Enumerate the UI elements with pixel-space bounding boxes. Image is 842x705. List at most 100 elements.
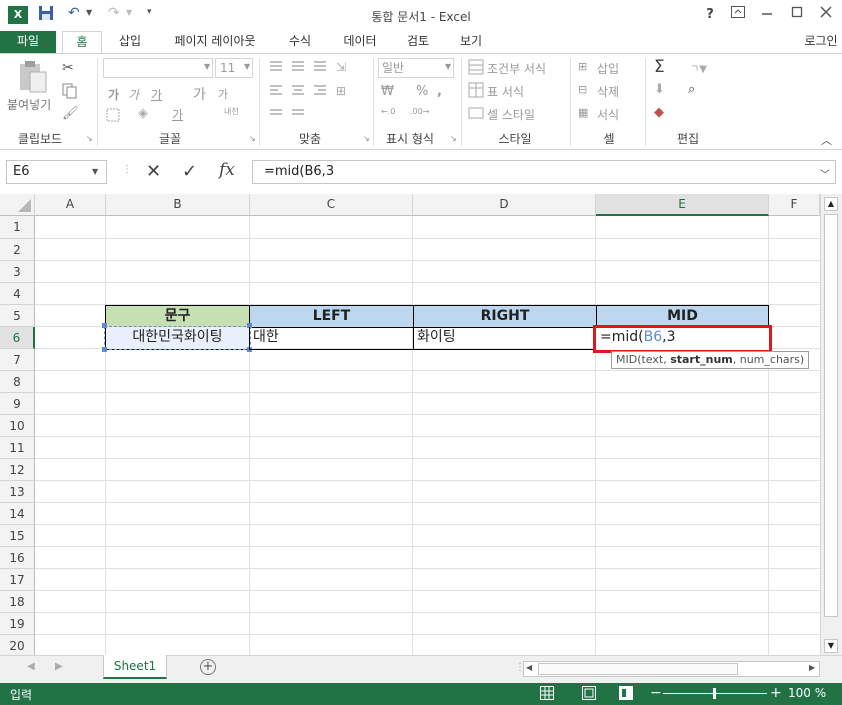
tab-data[interactable]: 데이터 — [333, 31, 387, 54]
add-sheet-button[interactable]: + — [200, 659, 216, 675]
format-as-table-button[interactable]: 표 서식 — [487, 83, 524, 100]
format-painter-icon[interactable]: 🖌 — [62, 106, 79, 121]
row-header[interactable]: 16 — [0, 547, 35, 569]
clipboard-launcher-icon[interactable]: ↘ — [86, 134, 93, 143]
zoom-in-button[interactable]: + — [770, 685, 782, 701]
row-header[interactable]: 19 — [0, 613, 35, 635]
row-header[interactable]: 3 — [0, 261, 35, 283]
scroll-right-icon[interactable]: ▶ — [809, 663, 815, 672]
sort-filter-icon[interactable]: ㄱ▼ — [690, 60, 707, 75]
row-header[interactable]: 18 — [0, 591, 35, 613]
vertical-scroll-thumb[interactable] — [824, 214, 838, 617]
tab-view[interactable]: 보기 — [451, 31, 491, 54]
tab-insert[interactable]: 삽입 — [108, 31, 152, 54]
sheet-tab-sheet1[interactable]: Sheet1 — [103, 655, 167, 679]
borders-icon[interactable] — [106, 108, 120, 125]
fill-icon[interactable]: ⬇ — [654, 82, 665, 97]
paste-icon[interactable] — [16, 60, 48, 97]
zoom-slider-thumb[interactable] — [713, 688, 716, 699]
collapse-ribbon-icon[interactable]: ︿ — [821, 132, 832, 148]
format-cells-button[interactable]: 서식 — [597, 106, 619, 123]
italic-button[interactable]: 가 — [128, 86, 139, 103]
conditional-format-button[interactable]: 조건부 서식 — [487, 60, 546, 77]
column-header-d[interactable]: D — [413, 194, 596, 216]
minimize-icon[interactable] — [754, 4, 780, 26]
row-header[interactable]: 15 — [0, 525, 35, 547]
decrease-decimal-icon[interactable]: .00→ — [410, 107, 429, 116]
shrink-font-button[interactable]: 가 — [218, 86, 228, 102]
percent-button[interactable]: % — [416, 84, 428, 99]
tab-home[interactable]: 홈 — [62, 31, 102, 54]
normal-view-icon[interactable] — [540, 686, 554, 703]
cut-icon[interactable]: ✂ — [62, 60, 74, 76]
row-header[interactable]: 6 — [0, 327, 35, 349]
cell-b5[interactable]: 문구 — [105, 305, 250, 328]
phonetic-guide-button[interactable]: 내천 — [224, 106, 239, 117]
enter-formula-button[interactable]: ✓ — [182, 161, 197, 182]
sign-in-link[interactable]: 로그인 — [800, 31, 842, 54]
insert-cells-button[interactable]: 삽입 — [597, 60, 619, 77]
scroll-left-icon[interactable]: ◀ — [526, 663, 532, 672]
autosum-icon[interactable]: Σ — [654, 57, 665, 77]
row-header[interactable]: 2 — [0, 239, 35, 261]
scroll-next-sheet-icon[interactable]: ▶ — [55, 661, 63, 672]
row-header[interactable]: 4 — [0, 283, 35, 305]
close-icon[interactable] — [813, 4, 839, 26]
column-header-a[interactable]: A — [35, 194, 106, 216]
cell-c5[interactable]: LEFT — [249, 305, 414, 328]
comma-icon[interactable]: , — [437, 84, 442, 99]
help-button[interactable]: ? — [697, 4, 723, 26]
tab-formulas[interactable]: 수식 — [279, 31, 321, 54]
range-handle[interactable] — [102, 323, 107, 328]
row-header[interactable]: 5 — [0, 305, 35, 327]
font-color-icon[interactable]: 가 — [172, 106, 183, 123]
row-header[interactable]: 13 — [0, 481, 35, 503]
row-header[interactable]: 7 — [0, 349, 35, 371]
zoom-level[interactable]: 100 % — [788, 686, 826, 700]
row-header[interactable]: 10 — [0, 415, 35, 437]
insert-function-button[interactable]: fx — [219, 160, 235, 180]
expand-formula-bar-icon[interactable]: ﹀ — [820, 166, 830, 181]
select-all-corner[interactable] — [0, 194, 35, 216]
horizontal-scroll-thumb[interactable] — [538, 663, 738, 675]
increase-decimal-icon[interactable]: ←.0 — [381, 107, 395, 116]
chevron-down-icon[interactable]: ▼ — [92, 167, 98, 176]
paste-label[interactable]: 붙여넣기 — [7, 96, 51, 113]
scroll-up-icon[interactable]: ▲ — [824, 197, 838, 211]
row-header[interactable]: 1 — [0, 216, 35, 239]
wrap-text-icon[interactable]: ⇲ — [336, 60, 346, 74]
merge-center-icon[interactable]: ⊞ — [336, 84, 346, 98]
alignment-launcher-icon[interactable]: ↘ — [363, 134, 370, 143]
copy-icon[interactable] — [62, 83, 78, 102]
column-header-b[interactable]: B — [106, 194, 250, 216]
tab-file[interactable]: 파일 — [0, 31, 56, 54]
page-break-view-icon[interactable] — [619, 686, 633, 703]
ribbon-display-options-icon[interactable] — [725, 4, 751, 26]
page-layout-view-icon[interactable] — [582, 686, 596, 703]
scroll-down-icon[interactable]: ▼ — [824, 639, 838, 653]
row-header[interactable]: 11 — [0, 437, 35, 459]
font-name-dropdown[interactable] — [103, 58, 213, 78]
delete-cells-button[interactable]: 삭제 — [597, 83, 619, 100]
number-launcher-icon[interactable]: ↘ — [450, 134, 457, 143]
scroll-prev-sheet-icon[interactable]: ◀ — [27, 661, 35, 672]
fill-color-icon[interactable]: ◈ — [138, 106, 148, 121]
row-header[interactable]: 12 — [0, 459, 35, 481]
top-align-icon[interactable] — [268, 59, 338, 128]
clear-icon[interactable]: ◆ — [654, 105, 664, 120]
underline-button[interactable]: 가 — [151, 86, 162, 103]
row-header[interactable]: 9 — [0, 393, 35, 415]
range-handle[interactable] — [102, 347, 107, 352]
tab-page-layout[interactable]: 페이지 레이아웃 — [163, 31, 267, 54]
bold-button[interactable]: 가 — [108, 86, 119, 103]
row-header[interactable]: 17 — [0, 569, 35, 591]
zoom-out-button[interactable]: − — [650, 686, 662, 700]
cell-c6[interactable]: 대한 — [249, 327, 414, 350]
row-header[interactable]: 8 — [0, 371, 35, 393]
maximize-icon[interactable] — [784, 4, 810, 26]
column-header-c[interactable]: C — [250, 194, 413, 216]
row-header[interactable]: 20 — [0, 635, 35, 655]
cell-d5[interactable]: RIGHT — [413, 305, 597, 328]
cell-styles-button[interactable]: 셀 스타일 — [487, 106, 535, 123]
find-select-icon[interactable]: ⌕ — [688, 82, 695, 97]
